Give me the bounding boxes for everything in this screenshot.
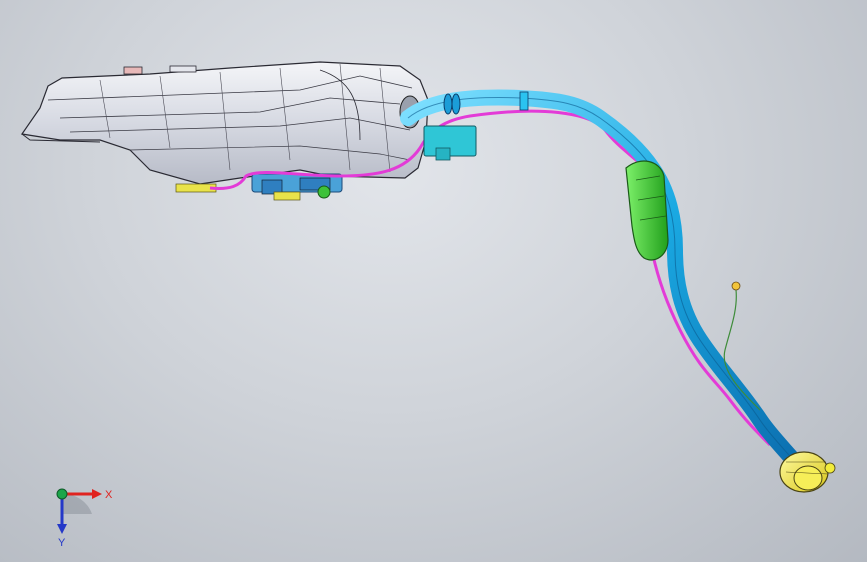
filler-cap[interactable] [779,451,836,493]
coordinate-triad-icon: X Y [56,488,113,548]
pipe-bracket[interactable] [423,125,477,161]
graphics-viewport[interactable]: X Y [0,0,867,562]
y-axis-arrow [57,524,67,534]
x-axis-arrow [92,489,102,499]
fuel-system-3d-model[interactable] [0,0,867,562]
origin-dot [56,488,68,500]
evap-canister[interactable] [625,160,669,261]
x-axis-label: X [105,489,113,501]
y-axis-label: Y [58,537,66,548]
fuel-tank[interactable] [20,61,429,185]
